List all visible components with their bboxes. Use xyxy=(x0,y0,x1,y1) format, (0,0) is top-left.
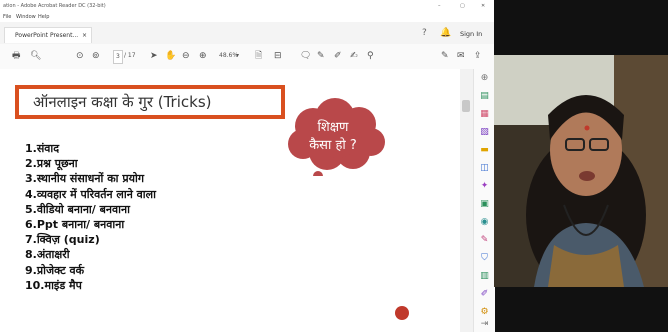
highlight-icon[interactable]: ✎ xyxy=(317,50,325,62)
edit-pdf-icon[interactable]: ▧ xyxy=(479,127,490,138)
list-item: 8.अंताक्षरी xyxy=(25,248,70,262)
close-button[interactable]: ✕ xyxy=(481,0,485,12)
minimize-button[interactable]: – xyxy=(438,0,441,12)
title-bar: ation - Adobe Acrobat Reader DC (32-bit)… xyxy=(0,0,494,12)
search-icon[interactable]: 🔍︎ xyxy=(30,50,41,62)
zoom-icon[interactable]: ⊕ xyxy=(479,73,490,84)
sign-icon[interactable]: ✍ xyxy=(350,50,358,62)
organize-pages-icon[interactable]: ✦ xyxy=(479,181,490,192)
select-cursor-icon[interactable]: ➤ xyxy=(150,50,158,62)
page-number-input[interactable]: 3 xyxy=(113,50,123,64)
list-item: 7.क्विज़ (quiz) xyxy=(25,233,100,247)
toolbar: 🖶 🔍︎ ⊙ ⊚ 3 / 17 ➤ ✋ ⊖ ⊕ 48.6% ▾ 🗎 ⊟ 🗨 ✎ … xyxy=(0,44,494,70)
list-item: 1.संवाद xyxy=(25,142,60,155)
tricks-list: 1.संवाद 2.प्रश्न पूछना 3.स्थानीय संसाधनो… xyxy=(25,141,305,293)
redact-icon[interactable]: ✐ xyxy=(479,289,490,300)
stamp-icon[interactable]: ⚲ xyxy=(367,50,374,62)
draw-icon[interactable]: ✐ xyxy=(334,50,342,62)
mail-icon[interactable]: ✉ xyxy=(457,50,465,62)
list-item: 3.स्थानीय संसाधनों का प्रयोग xyxy=(25,172,145,186)
slide-decoration-dot xyxy=(395,306,409,320)
tab-document[interactable]: PowerPoint Present... × xyxy=(4,27,92,43)
cloud-line-1: शिक्षण xyxy=(317,120,349,135)
list-item: 2.प्रश्न पूछना xyxy=(25,157,78,171)
tools-sidebar: ⊕ ▤ ▦ ▧ ▬ ◫ ✦ ▣ ◉ ✎ ⛉ ▥ ✐ ⚙ ⇥ xyxy=(473,69,495,332)
menu-bar: File Window Help xyxy=(0,12,494,22)
menu-window[interactable]: Window xyxy=(16,12,36,22)
combine-files-icon[interactable]: ◫ xyxy=(479,163,490,174)
scrollbar-thumb[interactable] xyxy=(462,100,470,112)
page-total: / 17 xyxy=(124,52,136,59)
protect-icon[interactable]: ⛉ xyxy=(479,253,490,264)
list-item: 9.प्रोजेक्ट वर्क xyxy=(25,263,85,277)
slide-title: ऑनलाइन कक्षा के गुर (Tricks) xyxy=(33,93,212,111)
tab-document-label: PowerPoint Present... xyxy=(15,32,79,39)
fit-page-icon[interactable]: 🗎 xyxy=(255,50,262,62)
list-item: 10.माइंड मैप xyxy=(25,278,82,292)
tools-icon[interactable]: ✎ xyxy=(441,50,449,62)
collapse-panel-icon[interactable]: ⇥ xyxy=(479,319,490,330)
list-item: 6.Ppt बनाना/ बनवाना xyxy=(25,218,125,232)
prev-page-icon[interactable]: ⊙ xyxy=(76,50,84,62)
compress-icon[interactable]: ◉ xyxy=(479,217,490,228)
scroll-mode-icon[interactable]: ⊟ xyxy=(274,50,282,62)
list-item: 5.वीडियो बनाना/ बनवाना xyxy=(25,202,130,216)
maximize-button[interactable]: ▢ xyxy=(460,0,465,12)
slide-title-box: ऑनलाइन कक्षा के गुर (Tricks) xyxy=(15,85,285,119)
window-title: ation - Adobe Acrobat Reader DC (32-bit) xyxy=(3,3,106,9)
print-icon[interactable]: 🖶 xyxy=(12,50,21,62)
help-icon[interactable]: ? xyxy=(422,28,427,38)
export-pdf-icon[interactable]: ▤ xyxy=(479,91,490,102)
scan-icon[interactable]: ▣ xyxy=(479,199,490,210)
comment-icon[interactable]: 🗨 xyxy=(300,50,311,62)
measure-icon[interactable]: ▥ xyxy=(479,271,490,282)
more-tools-icon[interactable]: ⚙ xyxy=(479,307,490,318)
share-icon[interactable]: ⇪ xyxy=(474,50,482,62)
menu-help[interactable]: Help xyxy=(38,12,49,22)
hand-tool-icon[interactable]: ✋ xyxy=(165,50,176,62)
menu-file[interactable]: File xyxy=(3,12,11,22)
comment-tool-icon[interactable]: ▬ xyxy=(479,145,490,156)
close-icon[interactable]: × xyxy=(82,28,87,44)
zoom-in-icon[interactable]: ⊕ xyxy=(199,50,207,62)
sign-in-link[interactable]: Sign In xyxy=(460,30,482,38)
next-page-icon[interactable]: ⊚ xyxy=(92,50,100,62)
list-item: 4.व्यवहार में परिवर्तन लाने वाला xyxy=(25,187,156,201)
webcam-video xyxy=(494,55,668,287)
zoom-out-icon[interactable]: ⊖ xyxy=(182,50,190,62)
bell-icon[interactable]: 🔔 xyxy=(440,28,451,38)
create-pdf-icon[interactable]: ▦ xyxy=(479,109,490,120)
fill-sign-icon[interactable]: ✎ xyxy=(479,235,490,246)
chevron-down-icon[interactable]: ▾ xyxy=(236,50,239,62)
